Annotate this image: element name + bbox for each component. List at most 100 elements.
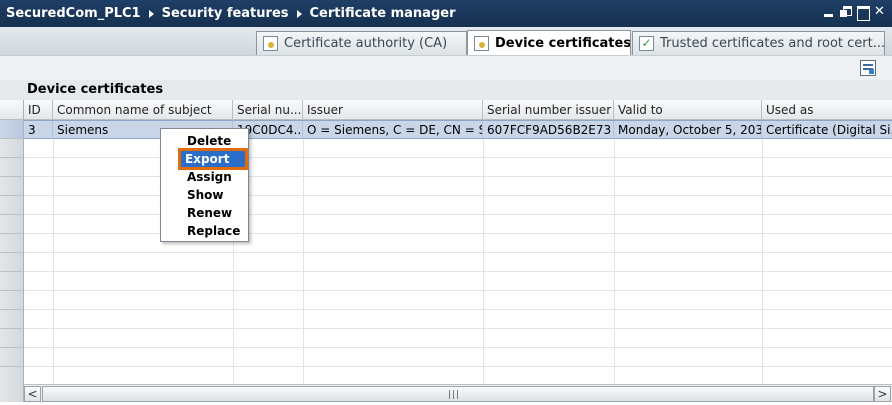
restore-icon[interactable] bbox=[839, 5, 852, 19]
menu-item-renew[interactable]: Renew bbox=[163, 204, 246, 222]
empty-table-row[interactable] bbox=[24, 234, 892, 253]
row-header[interactable] bbox=[0, 158, 24, 177]
grid-line bbox=[233, 253, 234, 271]
grid-line bbox=[483, 215, 484, 233]
empty-table-row[interactable] bbox=[24, 196, 892, 215]
row-header[interactable] bbox=[0, 272, 24, 291]
grid-line bbox=[762, 215, 763, 233]
grid-line bbox=[303, 139, 304, 157]
title-bar: SecuredCom_PLC1 Security features Certif… bbox=[0, 0, 892, 27]
row-header-selected[interactable] bbox=[0, 120, 24, 139]
row-header[interactable] bbox=[0, 234, 24, 253]
grid-line bbox=[53, 253, 54, 271]
menu-item-assign[interactable]: Assign bbox=[163, 168, 246, 186]
column-header-used-as[interactable]: Used as bbox=[762, 100, 892, 120]
grid-line bbox=[303, 234, 304, 252]
close-icon[interactable]: ✕ bbox=[873, 5, 886, 19]
maximize-icon[interactable] bbox=[856, 5, 870, 21]
row-header[interactable] bbox=[0, 215, 24, 234]
grid-line bbox=[483, 348, 484, 366]
scroll-right-icon[interactable]: > bbox=[874, 386, 891, 402]
grid-line bbox=[614, 139, 615, 157]
row-header[interactable] bbox=[0, 310, 24, 329]
cell-serial-number-issuer: 607FCF9AD56B2E73 bbox=[483, 121, 614, 139]
menu-item-export[interactable]: Export bbox=[178, 148, 248, 170]
empty-table-row[interactable] bbox=[24, 253, 892, 272]
minimize-icon[interactable] bbox=[822, 5, 835, 19]
row-header[interactable] bbox=[0, 139, 24, 158]
section-title: Device certificates bbox=[0, 80, 892, 100]
grid-line bbox=[614, 367, 615, 384]
table-header: ID Common name of subject Serial nu... I… bbox=[0, 100, 892, 120]
grid-line bbox=[233, 348, 234, 366]
column-header-common-name[interactable]: Common name of subject bbox=[53, 100, 233, 120]
empty-table-row[interactable] bbox=[24, 348, 892, 367]
grid-line bbox=[53, 291, 54, 309]
grid-line bbox=[53, 348, 54, 366]
column-header-id[interactable]: ID bbox=[24, 100, 53, 120]
row-header[interactable] bbox=[0, 367, 24, 384]
breadcrumb-security-features[interactable]: Security features bbox=[162, 6, 289, 21]
breadcrumb-separator-icon bbox=[148, 9, 154, 18]
grid-line bbox=[762, 253, 763, 271]
table-settings-icon[interactable] bbox=[860, 60, 876, 76]
column-header-valid-to[interactable]: Valid to bbox=[614, 100, 762, 120]
grid-line bbox=[483, 367, 484, 384]
row-header[interactable] bbox=[0, 329, 24, 348]
scroll-corner bbox=[0, 384, 24, 402]
grid-line bbox=[303, 367, 304, 384]
grid-line bbox=[614, 215, 615, 233]
horizontal-scrollbar[interactable]: < ||| > bbox=[24, 384, 892, 402]
grid-line bbox=[762, 234, 763, 252]
grid-line bbox=[483, 253, 484, 271]
table-row[interactable]: 3 Siemens 19C0DC4... O = Siemens, C = DE… bbox=[24, 120, 892, 139]
empty-table-row[interactable] bbox=[24, 291, 892, 310]
grid-line bbox=[233, 272, 234, 290]
empty-table-row[interactable] bbox=[24, 310, 892, 329]
column-header-serial-number-issuer[interactable]: Serial number issuer bbox=[483, 100, 614, 120]
scroll-left-icon[interactable]: < bbox=[24, 386, 41, 402]
grid-line bbox=[303, 291, 304, 309]
certificate-icon bbox=[263, 36, 278, 51]
row-header[interactable] bbox=[0, 196, 24, 215]
tab-certificate-authority[interactable]: Certificate authority (CA) bbox=[256, 31, 467, 55]
grid-line bbox=[483, 177, 484, 195]
empty-table-row[interactable] bbox=[24, 139, 892, 158]
grid-line bbox=[483, 291, 484, 309]
grid-line bbox=[53, 367, 54, 384]
grid-line bbox=[762, 158, 763, 176]
row-header[interactable] bbox=[0, 291, 24, 310]
grid-line bbox=[53, 310, 54, 328]
certificate-icon bbox=[474, 35, 489, 51]
breadcrumb-project[interactable]: SecuredCom_PLC1 bbox=[6, 6, 141, 21]
scrollbar-thumb[interactable]: ||| bbox=[42, 386, 874, 402]
grid-line bbox=[762, 310, 763, 328]
grid-line bbox=[53, 158, 54, 176]
grid-line bbox=[53, 215, 54, 233]
empty-table-row[interactable] bbox=[24, 158, 892, 177]
row-header[interactable] bbox=[0, 348, 24, 367]
empty-table-row[interactable] bbox=[24, 215, 892, 234]
empty-table-row[interactable] bbox=[24, 329, 892, 348]
empty-table-row[interactable] bbox=[24, 367, 892, 384]
column-header-serial-number[interactable]: Serial nu... bbox=[233, 100, 303, 120]
menu-item-replace[interactable]: Replace bbox=[163, 222, 246, 240]
trusted-certificate-icon: ✓ bbox=[639, 36, 654, 51]
menu-item-show[interactable]: Show bbox=[163, 186, 246, 204]
grid-line bbox=[483, 329, 484, 347]
cell-used-as: Certificate (Digital Si... bbox=[766, 123, 892, 137]
row-header[interactable] bbox=[0, 177, 24, 196]
menu-item-delete[interactable]: Delete bbox=[163, 132, 246, 150]
empty-table-row[interactable] bbox=[24, 272, 892, 291]
row-header[interactable] bbox=[0, 253, 24, 272]
tab-device-certificates[interactable]: Device certificates bbox=[467, 30, 631, 55]
grid-line bbox=[483, 196, 484, 214]
tab-trusted-certificates[interactable]: ✓ Trusted certificates and root cert... bbox=[632, 31, 885, 55]
empty-table-row[interactable] bbox=[24, 177, 892, 196]
column-header-issuer[interactable]: Issuer bbox=[303, 100, 483, 120]
cell-issuer: O = Siemens, C = DE, CN = Sie... bbox=[303, 121, 483, 139]
grid-line bbox=[483, 234, 484, 252]
grid-line bbox=[614, 196, 615, 214]
grid-line bbox=[614, 272, 615, 290]
grid-line bbox=[233, 367, 234, 384]
